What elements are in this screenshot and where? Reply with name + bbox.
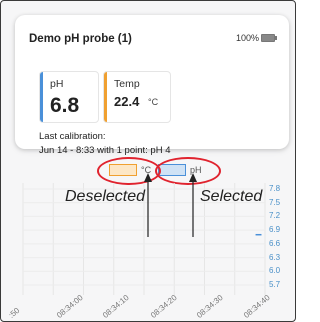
calibration-detail: Jun 14 - 8:33 with 1 point: pH 4 [39,145,171,156]
temp-unit: °C [148,97,159,107]
calibration-title: Last calibration: [39,131,106,142]
battery-percent: 100% [235,33,259,43]
y-tick-label: 5.7 [269,280,281,289]
annotation-label-selected: Selected [200,188,263,205]
arrow-to-deselected [144,173,152,237]
ph-reading-tile[interactable]: pH 6.8 [39,71,99,123]
y-tick-label: 6.9 [269,225,281,235]
ph-value: 6.8 [50,94,80,117]
arrow-to-selected [189,173,197,237]
temp-label: Temp [114,78,140,90]
y-tick-label: 7.2 [269,211,281,221]
y-tick-label: 7.5 [269,197,281,207]
annotation-label-deselected: Deselected [65,188,146,205]
battery-full-icon [261,34,277,42]
y-tick-label: 7.8 [269,184,281,193]
ph-label: pH [50,78,64,90]
temp-accent-bar [104,72,107,122]
y-tick-label: 6.3 [269,252,281,262]
ph-accent-bar [40,72,43,122]
device-name: Demo pH probe (1) [29,33,132,45]
y-tick-label: 6.0 [269,266,281,276]
y-tick-label: 6.6 [269,238,281,248]
temp-reading-tile[interactable]: Temp 22.4 °C [103,71,171,123]
app-frame: Demo pH probe (1) 100% pH 6.8 Temp 22.4 … [0,0,296,322]
device-card: Demo pH probe (1) 100% pH 6.8 Temp 22.4 … [15,15,289,156]
temp-value: 22.4 [114,94,140,109]
